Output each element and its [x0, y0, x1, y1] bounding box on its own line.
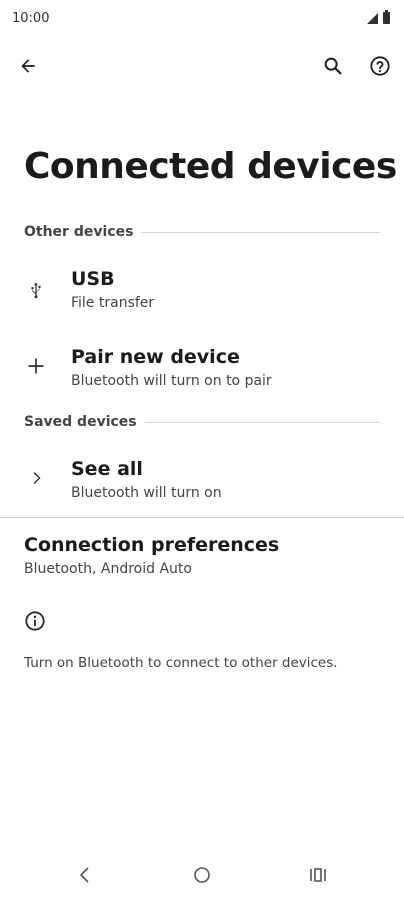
nav-back-icon [79, 867, 89, 883]
nav-recents-button[interactable] [303, 862, 333, 888]
nav-recents-icon [310, 868, 326, 882]
nav-home-icon [194, 867, 210, 883]
divider [0, 517, 404, 518]
section-header-saved-devices: Saved devices [24, 412, 380, 432]
section-header-label: Saved devices [24, 414, 137, 430]
list-item-usb[interactable]: USB File transfer [0, 260, 404, 320]
item-subtitle: Bluetooth will turn on to pair [71, 373, 272, 389]
plus-icon [22, 352, 50, 380]
search-icon [324, 57, 342, 75]
item-title: Connection preferences [24, 534, 280, 556]
section-header-label: Other devices [24, 224, 134, 240]
usb-icon [22, 276, 50, 304]
item-title: USB [71, 268, 115, 290]
help-button[interactable] [362, 48, 398, 84]
item-title: See all [71, 458, 143, 480]
search-button[interactable] [315, 48, 351, 84]
signal-icon [367, 12, 378, 24]
battery-icon [383, 10, 390, 24]
app-bar [0, 44, 404, 88]
list-item-pair-new-device[interactable]: Pair new device Bluetooth will turn on t… [0, 338, 404, 398]
page-title: Connected devices [24, 146, 397, 187]
arrow-back-icon [21, 59, 35, 73]
help-icon [370, 56, 390, 76]
item-title: Pair new device [71, 346, 240, 368]
section-divider [141, 231, 380, 233]
status-time: 10:00 [12, 11, 50, 26]
section-header-other-devices: Other devices [24, 222, 380, 242]
status-icons [367, 10, 390, 24]
nav-home-button[interactable] [187, 862, 217, 888]
status-bar: 10:00 [0, 0, 404, 38]
item-subtitle: Bluetooth, Android Auto [24, 561, 192, 577]
section-divider [144, 421, 380, 423]
item-subtitle: Bluetooth will turn on [71, 485, 222, 501]
nav-back-button[interactable] [70, 862, 100, 888]
chevron-right-icon [22, 464, 50, 492]
item-subtitle: File transfer [71, 295, 155, 311]
back-button[interactable] [10, 48, 46, 84]
list-item-see-all[interactable]: See all Bluetooth will turn on [0, 450, 404, 510]
info-text: Turn on Bluetooth to connect to other de… [24, 655, 338, 671]
info-icon [25, 611, 45, 631]
navigation-bar [0, 850, 404, 900]
